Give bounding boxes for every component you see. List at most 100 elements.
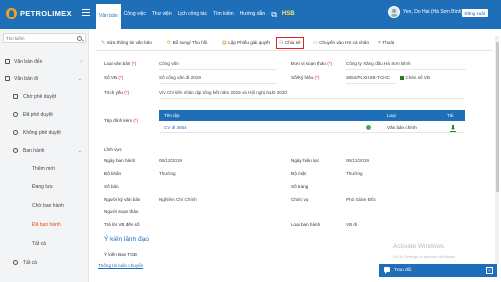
scrollbar-thumb[interactable] bbox=[495, 42, 499, 192]
inbox-icon bbox=[5, 59, 10, 64]
folder-icon: ▭ bbox=[313, 40, 318, 46]
don-vi-soan-thao-value[interactable]: Công ty Xăng dầu Hà Sơn Bình bbox=[346, 61, 411, 66]
sidebar-item-tat-ca-ban-hanh[interactable]: Tất cả bbox=[0, 238, 88, 250]
toolbar-label: Sửa thông tin văn bản bbox=[106, 40, 152, 45]
table-row: CV đi 3654 Văn bản chính bbox=[159, 121, 465, 133]
exit-button[interactable]: × Thoát bbox=[378, 38, 394, 48]
field-tep-dinh-kem: Tệp đính kèm (*) bbox=[104, 118, 138, 123]
toolbar-label: Bổ sung/ Thu hồi bbox=[172, 40, 208, 45]
sidebar-item-khong-phe-duyet[interactable]: Không phê duyệt bbox=[0, 127, 88, 139]
avatar bbox=[388, 6, 400, 18]
sidebar-item-label: Không phê duyệt bbox=[23, 130, 61, 136]
logo[interactable]: PETROLIMEX bbox=[6, 8, 72, 19]
divider bbox=[346, 83, 396, 84]
loai-ban-hanh-value[interactable]: VB đi bbox=[346, 222, 357, 227]
column-header-type: Loại bbox=[387, 113, 396, 118]
unit-label[interactable]: HSB bbox=[282, 0, 295, 29]
chen-so-vb-checkbox[interactable]: Chèn số VB bbox=[400, 75, 430, 80]
ngay-hieu-luc-value[interactable]: 06/12/2019 bbox=[346, 158, 369, 163]
block-icon bbox=[13, 130, 18, 135]
field-label: Số/Ký hiệu bbox=[291, 75, 314, 80]
activate-windows-subtitle: Go to Settings to activate Windows. bbox=[393, 254, 457, 259]
pencil-icon: ✎ bbox=[101, 40, 106, 46]
thong-tin-luan-chuyen-link[interactable]: Thông tin luân chuyển bbox=[98, 263, 143, 268]
edit-document-button[interactable]: ✎ Sửa thông tin văn bản bbox=[101, 38, 152, 48]
chuc-vu-value[interactable]: Phó Giám Đốc bbox=[346, 197, 376, 202]
do-mat-value[interactable]: Thường bbox=[346, 171, 363, 176]
search-input[interactable] bbox=[4, 34, 74, 42]
sidebar-item-van-ban-di[interactable]: Văn bản đi ⌄ bbox=[0, 73, 88, 85]
sidebar-item-dang-luu[interactable]: Đang lưu bbox=[0, 181, 88, 193]
ngay-ban-hanh-value[interactable]: 06/12/2019 bbox=[159, 158, 182, 163]
trich-yeu-value[interactable]: V/v Chỉ tiền nhân dịp tổng kết năm 2019 … bbox=[159, 90, 287, 95]
so-ky-hieu-value[interactable]: 3654/PLXHSB-TCHC bbox=[346, 75, 390, 80]
loai-van-ban-value[interactable]: Công văn bbox=[159, 61, 179, 66]
sidebar-item-da-phe-duyet[interactable]: Đã phê duyệt bbox=[0, 109, 88, 121]
user-profile[interactable]: Yen, Do Hai (Hà Sơn Bình) bbox=[388, 6, 463, 18]
menu-item-cong-viec[interactable]: Công việc bbox=[121, 0, 149, 29]
column-header-name: Tên tệp bbox=[164, 113, 180, 118]
sidebar-item-da-ban-hanh[interactable]: Đã ban hành bbox=[0, 219, 88, 231]
hamburger-menu-icon[interactable] bbox=[82, 9, 90, 17]
chat-bubble-icon bbox=[384, 267, 390, 274]
field-label: Số VB bbox=[104, 75, 118, 80]
vertical-scrollbar[interactable] bbox=[495, 36, 499, 264]
share-button[interactable]: ⚇ Chia sẻ bbox=[276, 37, 304, 49]
sidebar-search bbox=[3, 33, 86, 43]
menu-item-van-ban[interactable]: Văn bản bbox=[96, 2, 121, 29]
required-marker: (*) bbox=[314, 75, 320, 80]
sidebar-item-tat-ca[interactable]: Tất cả bbox=[0, 257, 88, 269]
menu-item-tim-kiem[interactable]: Tìm kiếm bbox=[210, 0, 237, 29]
document-icon: ▤ bbox=[222, 40, 227, 46]
chat-widget[interactable]: Trao đổi × bbox=[379, 264, 497, 277]
field-do-mat: Độ mật bbox=[291, 171, 306, 176]
menu-item-lich-cong-tac[interactable]: Lịch công tác bbox=[175, 0, 210, 29]
field-chuc-vu: Chức vụ bbox=[291, 197, 309, 202]
refresh-icon: ⟳ bbox=[167, 40, 172, 46]
nguoi-ky-value[interactable]: Nghiêm Chí Chính bbox=[159, 197, 197, 202]
logout-button[interactable]: Đăng xuất bbox=[462, 9, 488, 17]
menu-item-thu-vien[interactable]: Thư viện bbox=[149, 0, 175, 29]
add-revoke-button[interactable]: ⟳ Bổ sung/ Thu hồi bbox=[167, 38, 207, 48]
field-don-vi-soan-thao: Đơn vị soạn thảo (*) bbox=[291, 61, 332, 66]
divider bbox=[159, 69, 277, 70]
sidebar-item-cho-ban-hanh[interactable]: Chờ ban hành bbox=[0, 200, 88, 212]
attachment-link[interactable]: CV đi 3654 bbox=[164, 125, 187, 130]
close-icon[interactable]: × bbox=[486, 266, 493, 274]
create-resolution-slip-button[interactable]: ▤ Lập Phiếu giải quyết bbox=[222, 38, 270, 48]
field-ngay-ban-hanh: Ngày ban hành bbox=[104, 158, 136, 163]
field-y-kien-ban-tgd: Ý kiến Ban TGĐ bbox=[104, 252, 138, 257]
sidebar-item-label: Đã ban hành bbox=[32, 222, 61, 228]
sidebar-item-label: Văn bản đi bbox=[14, 76, 38, 82]
send-icon bbox=[13, 148, 18, 153]
document-toolbar: ✎ Sửa thông tin văn bản ⟳ Bổ sung/ Thu hồi… bbox=[95, 36, 493, 51]
menu-item-huong-dan[interactable]: Hướng dẫn bbox=[237, 0, 269, 29]
field-tra-loi-vb: Trả lời VB đến số bbox=[104, 222, 140, 227]
field-loai-ban-hanh: Loại ban hành bbox=[291, 222, 321, 227]
database-icon bbox=[13, 260, 18, 265]
field-ngay-hieu-luc: Ngày hiệu lực bbox=[291, 158, 320, 163]
divider bbox=[159, 83, 277, 84]
external-link-icon[interactable]: ⧉ bbox=[271, 0, 277, 29]
field-label: Trích yếu bbox=[104, 90, 123, 95]
sidebar-item-van-ban-den[interactable]: Văn bản đến › bbox=[0, 56, 88, 68]
column-header-download: Tải bbox=[447, 113, 454, 118]
sidebar-item-ban-hanh[interactable]: Ban hành ⌄ bbox=[0, 145, 88, 157]
divider bbox=[159, 98, 465, 99]
sidebar-item-label: Đã phê duyệt bbox=[23, 112, 53, 118]
sidebar-item-them-moi[interactable]: Thêm mới bbox=[0, 163, 88, 175]
download-icon[interactable] bbox=[450, 124, 456, 132]
logo-text: PETROLIMEX bbox=[20, 9, 72, 18]
required-marker: (*) bbox=[327, 61, 333, 66]
search-icon[interactable] bbox=[77, 35, 82, 41]
toolbar-label: Thoát bbox=[382, 40, 395, 45]
preview-icon[interactable] bbox=[366, 124, 371, 130]
sidebar: Văn bản đến › Văn bản đi ⌄ Chờ phê duyệt… bbox=[0, 29, 89, 282]
sidebar-item-label: Tất cả bbox=[32, 241, 46, 247]
sidebar-item-cho-phe-duyet[interactable]: Chờ phê duyệt bbox=[0, 91, 88, 103]
toolbar-label: Lập Phiếu giải quyết bbox=[228, 40, 270, 45]
move-to-personal-file-button[interactable]: ▭ Chuyển vào HS cá nhân bbox=[313, 38, 369, 48]
do-khan-value[interactable]: Thường bbox=[159, 171, 176, 176]
so-vb-value[interactable]: Số công văn đi 2019 bbox=[159, 75, 201, 80]
chat-label: Trao đổi bbox=[394, 267, 412, 273]
